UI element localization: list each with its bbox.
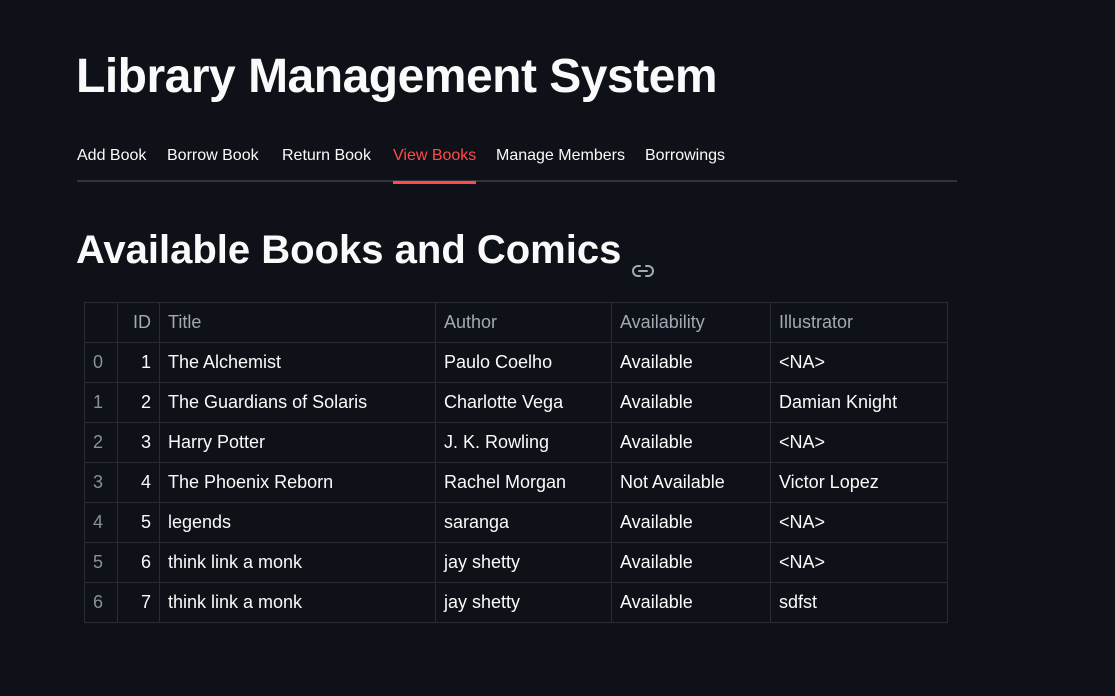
id-cell[interactable]: 7 <box>117 582 160 623</box>
column-header-illustrator[interactable]: Illustrator <box>770 302 948 343</box>
title-cell[interactable]: The Guardians of Solaris <box>159 382 436 423</box>
column-header-index[interactable] <box>84 302 118 343</box>
illustrator-cell[interactable]: Damian Knight <box>770 382 948 423</box>
id-cell[interactable]: 1 <box>117 342 160 383</box>
illustrator-cell[interactable]: Victor Lopez <box>770 462 948 503</box>
books-table: ID Title Author Availability Illustrator… <box>84 302 948 623</box>
title-cell[interactable]: The Alchemist <box>159 342 436 383</box>
row-index-cell[interactable]: 4 <box>84 502 118 543</box>
tab-manage-members[interactable]: Manage Members <box>496 138 625 182</box>
id-cell[interactable]: 4 <box>117 462 160 503</box>
availability-cell[interactable]: Available <box>611 422 771 463</box>
column-header-author[interactable]: Author <box>435 302 612 343</box>
table-row: 0 1 The Alchemist Paulo Coelho Available <NA> <box>84 342 948 383</box>
author-cell[interactable]: saranga <box>435 502 612 543</box>
section-heading-text: Available Books and Comics <box>76 228 622 272</box>
tab-borrow-book[interactable]: Borrow Book <box>167 138 259 182</box>
tab-view-books[interactable]: View Books <box>393 138 477 184</box>
author-cell[interactable]: Paulo Coelho <box>435 342 612 383</box>
table-row: 6 7 think link a monk jay shetty Available sd… <box>84 582 948 623</box>
author-cell[interactable]: jay shetty <box>435 542 612 583</box>
title-cell[interactable]: think link a monk <box>159 542 436 583</box>
row-index-cell[interactable]: 1 <box>84 382 118 423</box>
app-container: Library Management System Add Book Borro… <box>0 0 1115 696</box>
author-cell[interactable]: J. K. Rowling <box>435 422 612 463</box>
availability-cell[interactable]: Available <box>611 582 771 623</box>
row-index-cell[interactable]: 2 <box>84 422 118 463</box>
availability-cell[interactable]: Available <box>611 542 771 583</box>
author-cell[interactable]: Rachel Morgan <box>435 462 612 503</box>
table-header-row: ID Title Author Availability Illustrator <box>84 302 948 343</box>
column-header-id[interactable]: ID <box>117 302 160 343</box>
table-row: 1 2 The Guardians of Solaris Charlotte Vega… <box>84 382 948 423</box>
row-index-cell[interactable]: 3 <box>84 462 118 503</box>
table-row: 2 3 Harry Potter J. K. Rowling Available <NA> <box>84 422 948 463</box>
illustrator-cell[interactable]: <NA> <box>770 542 948 583</box>
title-cell[interactable]: The Phoenix Reborn <box>159 462 436 503</box>
table-row: 4 5 legends saranga Available <NA> <box>84 502 948 543</box>
table-row: 3 4 The Phoenix Reborn Rachel Morgan Not Ava… <box>84 462 948 503</box>
tab-bar: Add Book Borrow Book Return Book View Bo… <box>77 138 957 184</box>
author-cell[interactable]: jay shetty <box>435 582 612 623</box>
page-title: Library Management System <box>76 50 718 103</box>
section-heading: Available Books and Comics <box>76 222 655 278</box>
illustrator-cell[interactable]: <NA> <box>770 502 948 543</box>
tab-borrowings[interactable]: Borrowings <box>645 138 725 182</box>
link-icon[interactable] <box>631 242 655 277</box>
illustrator-cell[interactable]: sdfst <box>770 582 948 623</box>
row-index-cell[interactable]: 5 <box>84 542 118 583</box>
row-index-cell[interactable]: 0 <box>84 342 118 383</box>
illustrator-cell[interactable]: <NA> <box>770 422 948 463</box>
books-table-container: ID Title Author Availability Illustrator… <box>84 302 948 623</box>
tab-add-book[interactable]: Add Book <box>77 138 146 182</box>
id-cell[interactable]: 3 <box>117 422 160 463</box>
id-cell[interactable]: 6 <box>117 542 160 583</box>
title-cell[interactable]: think link a monk <box>159 582 436 623</box>
title-cell[interactable]: legends <box>159 502 436 543</box>
column-header-availability[interactable]: Availability <box>611 302 771 343</box>
row-index-cell[interactable]: 6 <box>84 582 118 623</box>
availability-cell[interactable]: Available <box>611 342 771 383</box>
title-cell[interactable]: Harry Potter <box>159 422 436 463</box>
table-row: 5 6 think link a monk jay shetty Available <N… <box>84 542 948 583</box>
id-cell[interactable]: 5 <box>117 502 160 543</box>
availability-cell[interactable]: Available <box>611 502 771 543</box>
tab-return-book[interactable]: Return Book <box>282 138 371 182</box>
author-cell[interactable]: Charlotte Vega <box>435 382 612 423</box>
availability-cell[interactable]: Not Available <box>611 462 771 503</box>
illustrator-cell[interactable]: <NA> <box>770 342 948 383</box>
availability-cell[interactable]: Available <box>611 382 771 423</box>
id-cell[interactable]: 2 <box>117 382 160 423</box>
column-header-title[interactable]: Title <box>159 302 436 343</box>
